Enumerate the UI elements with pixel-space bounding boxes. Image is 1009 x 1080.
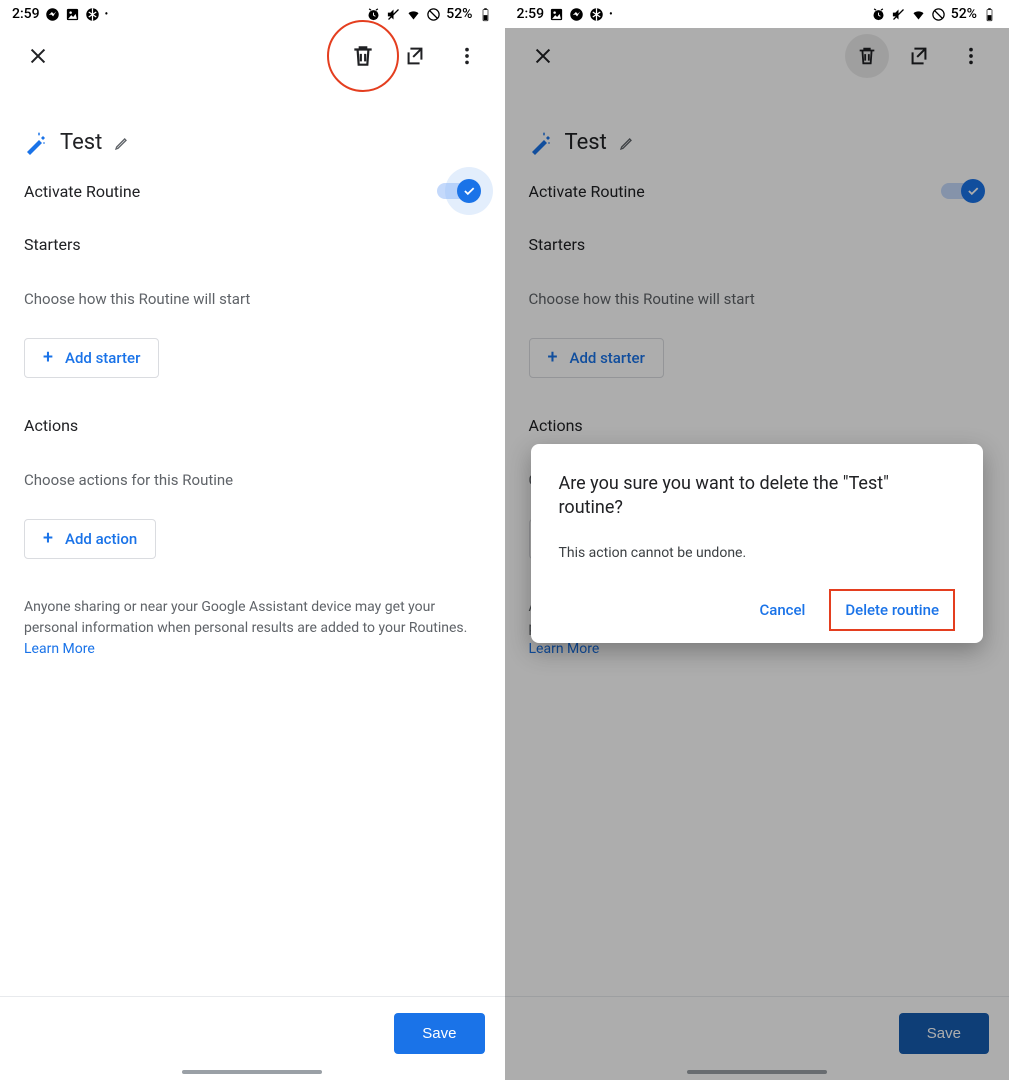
overflow-button[interactable]	[445, 34, 489, 78]
delete-dialog: Are you sure you want to delete the "Tes…	[531, 444, 984, 643]
more-indicator: •	[105, 9, 109, 20]
status-bar: 2:59 • 52%	[0, 0, 505, 28]
status-right: 52%	[871, 6, 997, 22]
do-not-disturb-icon	[85, 7, 100, 22]
footer-text: Anyone sharing or near your Google Assis…	[24, 597, 481, 660]
dialog-body: This action cannot be undone.	[559, 545, 956, 561]
activate-toggle-row: Activate Routine	[24, 179, 481, 203]
actions-title: Actions	[24, 416, 481, 435]
photo-icon	[549, 7, 564, 22]
alarm-icon	[366, 7, 381, 22]
wand-icon	[24, 131, 48, 155]
no-data-icon	[931, 7, 946, 22]
battery-text: 52%	[446, 6, 472, 22]
starters-title: Starters	[24, 235, 481, 254]
mute-icon	[386, 7, 401, 22]
status-time: 2:59	[12, 6, 40, 22]
do-not-disturb-icon	[589, 7, 604, 22]
footer-body: Anyone sharing or near your Google Assis…	[24, 599, 467, 636]
battery-text: 52%	[951, 6, 977, 22]
messenger-icon	[569, 7, 584, 22]
wifi-icon	[406, 7, 421, 22]
actions-subtitle: Choose actions for this Routine	[24, 471, 481, 489]
wifi-icon	[911, 7, 926, 22]
app-bar	[0, 28, 505, 84]
activate-label: Activate Routine	[24, 182, 140, 201]
edit-icon[interactable]	[114, 135, 130, 151]
messenger-icon	[45, 7, 60, 22]
more-vert-icon	[456, 45, 478, 67]
save-button[interactable]: Save	[394, 1013, 484, 1054]
dialog-title: Are you sure you want to delete the "Tes…	[559, 472, 956, 521]
status-left: 2:59 •	[12, 6, 108, 22]
plus-icon: +	[43, 349, 53, 367]
battery-icon	[982, 7, 997, 22]
status-bar: 2:59 • 52%	[505, 0, 1009, 28]
trash-icon	[350, 43, 376, 69]
content: Test Activate Routine Starters Choose ho…	[0, 84, 505, 996]
plus-icon: +	[43, 530, 53, 548]
no-data-icon	[426, 7, 441, 22]
shortcut-button[interactable]	[393, 34, 437, 78]
learn-more-link[interactable]: Learn More	[24, 641, 95, 657]
routine-title-row: Test	[24, 130, 481, 155]
add-action-button[interactable]: + Add action	[24, 519, 156, 559]
routine-title: Test	[60, 130, 102, 155]
add-starter-button[interactable]: + Add starter	[24, 338, 159, 378]
more-indicator: •	[609, 9, 613, 20]
bottom-bar: Save	[0, 996, 505, 1080]
status-left: 2:59 •	[517, 6, 613, 22]
photo-icon	[65, 7, 80, 22]
status-right: 52%	[366, 6, 492, 22]
shortcut-icon	[404, 45, 426, 67]
add-action-label: Add action	[65, 530, 137, 548]
nav-handle[interactable]	[182, 1070, 322, 1074]
phone-screen-left: 2:59 • 52%	[0, 0, 505, 1080]
delete-routine-button[interactable]: Delete routine	[829, 589, 955, 631]
delete-button[interactable]	[341, 34, 385, 78]
add-starter-label: Add starter	[65, 349, 140, 367]
starters-subtitle: Choose how this Routine will start	[24, 290, 481, 308]
close-icon	[27, 45, 49, 67]
phone-screen-right: 2:59 • 52% T	[505, 0, 1009, 1080]
close-button[interactable]	[16, 34, 60, 78]
cancel-button[interactable]: Cancel	[745, 591, 819, 629]
status-time: 2:59	[517, 6, 545, 22]
activate-toggle[interactable]	[437, 179, 481, 203]
check-icon	[462, 184, 476, 198]
dialog-actions: Cancel Delete routine	[559, 589, 956, 631]
alarm-icon	[871, 7, 886, 22]
mute-icon	[891, 7, 906, 22]
battery-icon	[478, 7, 493, 22]
